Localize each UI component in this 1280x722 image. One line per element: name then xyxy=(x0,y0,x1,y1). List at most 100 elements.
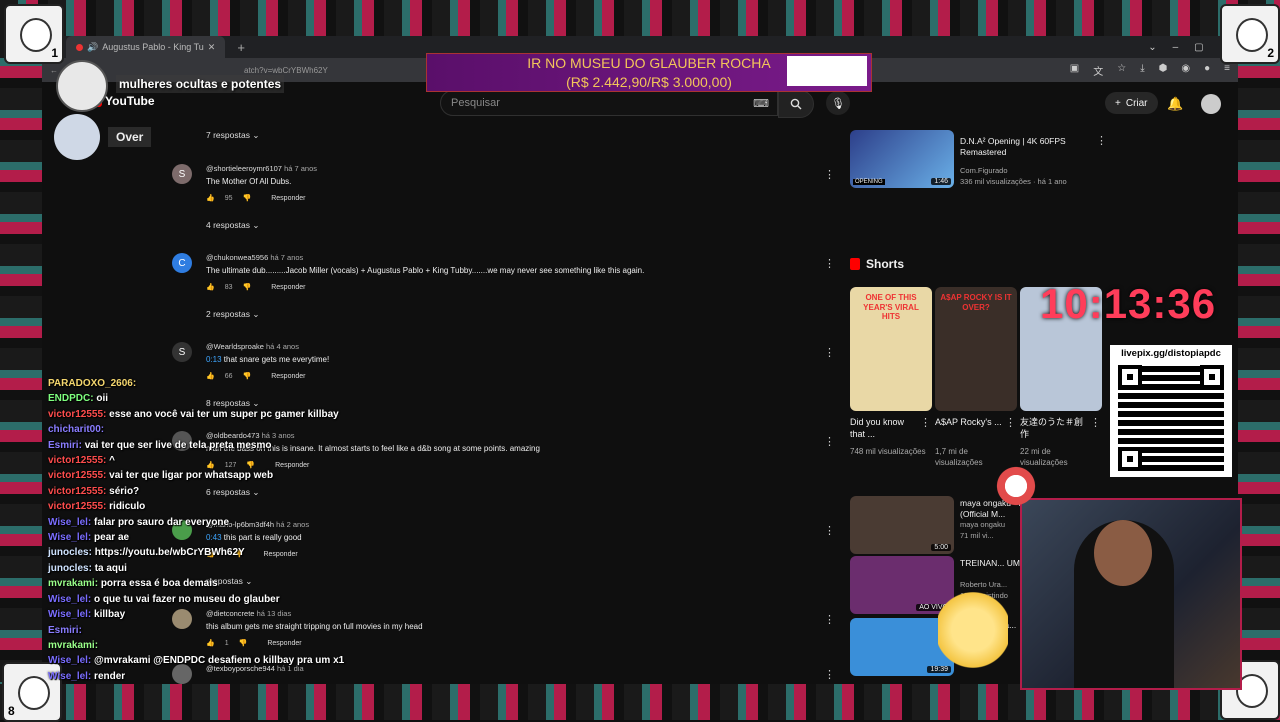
over-label: Over xyxy=(108,127,152,147)
account-avatar[interactable] xyxy=(1201,94,1221,114)
shorts-icon xyxy=(850,258,860,270)
short-title[interactable]: 友達のうた＃創作 xyxy=(1020,416,1090,440)
avatar-initial: C xyxy=(178,257,186,269)
recording-icon xyxy=(76,43,83,51)
dislike-icon[interactable]: 👎 xyxy=(243,194,252,202)
keyboard-icon[interactable]: ⌨ xyxy=(753,97,769,110)
chat-message: victor12555: ridiculo xyxy=(48,499,438,514)
create-button[interactable]: + Criar xyxy=(1105,92,1158,114)
minimize-button[interactable]: – xyxy=(1173,42,1179,53)
commenter-avatar[interactable]: S xyxy=(172,164,192,184)
like-icon[interactable]: 👍 xyxy=(206,283,215,291)
comment-author[interactable]: @shortieleeroymr6107 há 7 anos xyxy=(206,164,746,173)
corner-avatar-top-right: 2 xyxy=(1220,4,1280,64)
author-handle[interactable]: @Wearldsproake xyxy=(206,342,264,351)
opening-badge: OPENING xyxy=(853,179,885,185)
video-thumbnail[interactable]: OPENING 1:46 xyxy=(850,130,954,188)
replies-toggle[interactable]: 7 respostas ⌄ xyxy=(206,130,259,141)
download-icon[interactable]: ⤓ xyxy=(1140,63,1144,78)
author-handle[interactable]: @shortieleeroymr6107 xyxy=(206,164,282,173)
comment-more-icon[interactable]: ⋮ xyxy=(824,524,835,537)
video-meta: Com.Figurado 336 mil visualizações · há … xyxy=(960,166,1067,188)
record-icon[interactable]: ● xyxy=(1204,63,1210,78)
over-avatar xyxy=(54,114,100,160)
chat-text: render xyxy=(94,670,126,682)
comment-age: há 4 anos xyxy=(266,342,299,351)
dislike-icon[interactable]: 👎 xyxy=(243,283,252,291)
camera-icon[interactable]: ◉ xyxy=(1181,63,1190,78)
search-placeholder: Pesquisar xyxy=(451,97,500,109)
comment-more-icon[interactable]: ⋮ xyxy=(824,613,835,626)
chat-message: Wise_lel: falar pro sauro dar everyone xyxy=(48,515,438,530)
new-tab-button[interactable]: + xyxy=(237,40,245,55)
speaker-icon: 🔊 xyxy=(87,41,99,52)
comment-more-icon[interactable]: ⋮ xyxy=(824,346,835,359)
commenter-avatar[interactable]: C xyxy=(172,253,192,273)
short-title[interactable]: A$AP Rocky's ... xyxy=(935,416,1005,428)
short-more-icon[interactable]: ⋮ xyxy=(920,416,931,429)
video-stats: 71 mil vi... xyxy=(960,530,994,540)
extension-icon[interactable]: ⬢ xyxy=(1159,63,1168,78)
translate-icon[interactable]: 文 xyxy=(1093,63,1103,78)
chat-username: chicharit00: xyxy=(48,424,105,436)
search-button[interactable] xyxy=(778,90,814,118)
video-title[interactable]: D.N.A² Opening | 4K 60FPS Remastered xyxy=(960,136,1090,159)
browser-tab[interactable]: 🔊 Augustus Pablo - King Tu ✕ xyxy=(66,36,226,58)
donation-goal-title: IR NO MUSEU DO GLAUBER ROCHA xyxy=(527,55,771,72)
search-input[interactable]: Pesquisar ⌨ xyxy=(440,90,778,116)
maximize-button[interactable]: ▢ xyxy=(1194,42,1203,53)
chat-username: Esmiri: xyxy=(48,624,82,636)
chat-username: victor12555: xyxy=(48,501,107,513)
timestamp-link[interactable]: 0:13 xyxy=(206,355,222,364)
like-icon[interactable]: 👍 xyxy=(206,194,215,202)
chat-text: falar pro sauro dar everyone xyxy=(94,516,230,528)
star-icon[interactable]: ☆ xyxy=(1117,63,1126,78)
channel-name[interactable]: Com.Figurado xyxy=(960,166,1067,177)
video-stats: 336 mil visualizações · há 1 ano xyxy=(960,176,1067,186)
voice-search-button[interactable]: 🎙 xyxy=(826,91,850,115)
comment-author[interactable]: @chukonwea5956 há 7 anos xyxy=(206,253,746,262)
replies-toggle[interactable]: 4 respostas ⌄ xyxy=(206,220,259,231)
chat-username: junocles: xyxy=(48,547,92,559)
chat-message: victor12555: vai ter que ligar por whats… xyxy=(48,468,438,483)
short-more-icon[interactable]: ⋮ xyxy=(1005,416,1016,429)
like-count: 83 xyxy=(224,283,233,291)
menu-icon[interactable]: ≡ xyxy=(1224,63,1230,78)
more-icon[interactable]: ⋮ xyxy=(1096,134,1107,147)
stream-frame-left xyxy=(0,36,42,684)
back-icon[interactable]: ← xyxy=(50,66,58,75)
chevron-down-icon[interactable]: ⌄ xyxy=(1148,42,1156,53)
chat-message: Wise_lel: killbay xyxy=(48,607,438,622)
chat-username: victor12555: xyxy=(48,470,107,482)
short-thumbnail[interactable]: A$AP ROCKY IS IT OVER? xyxy=(935,287,1017,411)
comment-more-icon[interactable]: ⋮ xyxy=(824,435,835,448)
commenter-avatar[interactable]: S xyxy=(172,342,192,362)
channel-name[interactable]: maya ongaku xyxy=(960,520,1005,531)
chat-text: ta aqui xyxy=(94,562,127,574)
short-title[interactable]: Did you know that ... xyxy=(850,416,920,440)
comment-more-icon[interactable]: ⋮ xyxy=(824,257,835,270)
close-tab-icon[interactable]: ✕ xyxy=(208,42,216,53)
reply-button[interactable]: Responder xyxy=(271,284,305,291)
related-video[interactable]: OPENING 1:46 D.N.A² Opening | 4K 60FPS R… xyxy=(850,130,1107,188)
comment-author[interactable]: @Wearldsproake há 4 anos xyxy=(206,342,746,351)
comment-more-icon[interactable]: ⋮ xyxy=(824,668,835,681)
chevron-down-icon: ⌄ xyxy=(252,220,260,230)
replies-toggle[interactable]: 2 respostas ⌄ xyxy=(206,309,259,320)
reply-button[interactable]: Responder xyxy=(271,195,305,202)
short-thumbnail[interactable]: ONE OF THIS YEAR'S VIRAL HITS xyxy=(850,287,932,411)
chat-message: Wise_lel: @mvrakami @ENDPDC desafiem o k… xyxy=(48,653,438,668)
chat-text: https://youtu.be/wbCrYBWh62Y xyxy=(94,547,245,559)
bell-icon[interactable]: 🔔 xyxy=(1167,96,1183,112)
comment-text: The ultimate dub.........Jacob Miller (v… xyxy=(206,266,746,275)
chat-message: junocles: https://youtu.be/wbCrYBWh62Y xyxy=(48,545,438,560)
author-handle[interactable]: @chukonwea5956 xyxy=(206,253,268,262)
chat-text: vai ter que ser live de tela preta mesmo xyxy=(84,439,272,451)
screen-icon[interactable]: ▣ xyxy=(1070,63,1079,78)
chat-username: victor12555: xyxy=(48,485,107,497)
video-thumbnail[interactable]: 5:00 xyxy=(850,496,954,554)
short-more-icon[interactable]: ⋮ xyxy=(1090,416,1101,429)
chat-text: porra essa é boa demais xyxy=(100,578,218,590)
url-text[interactable]: atch?v=wbCrYBWh62Y xyxy=(244,66,328,75)
comment-more-icon[interactable]: ⋮ xyxy=(824,168,835,181)
